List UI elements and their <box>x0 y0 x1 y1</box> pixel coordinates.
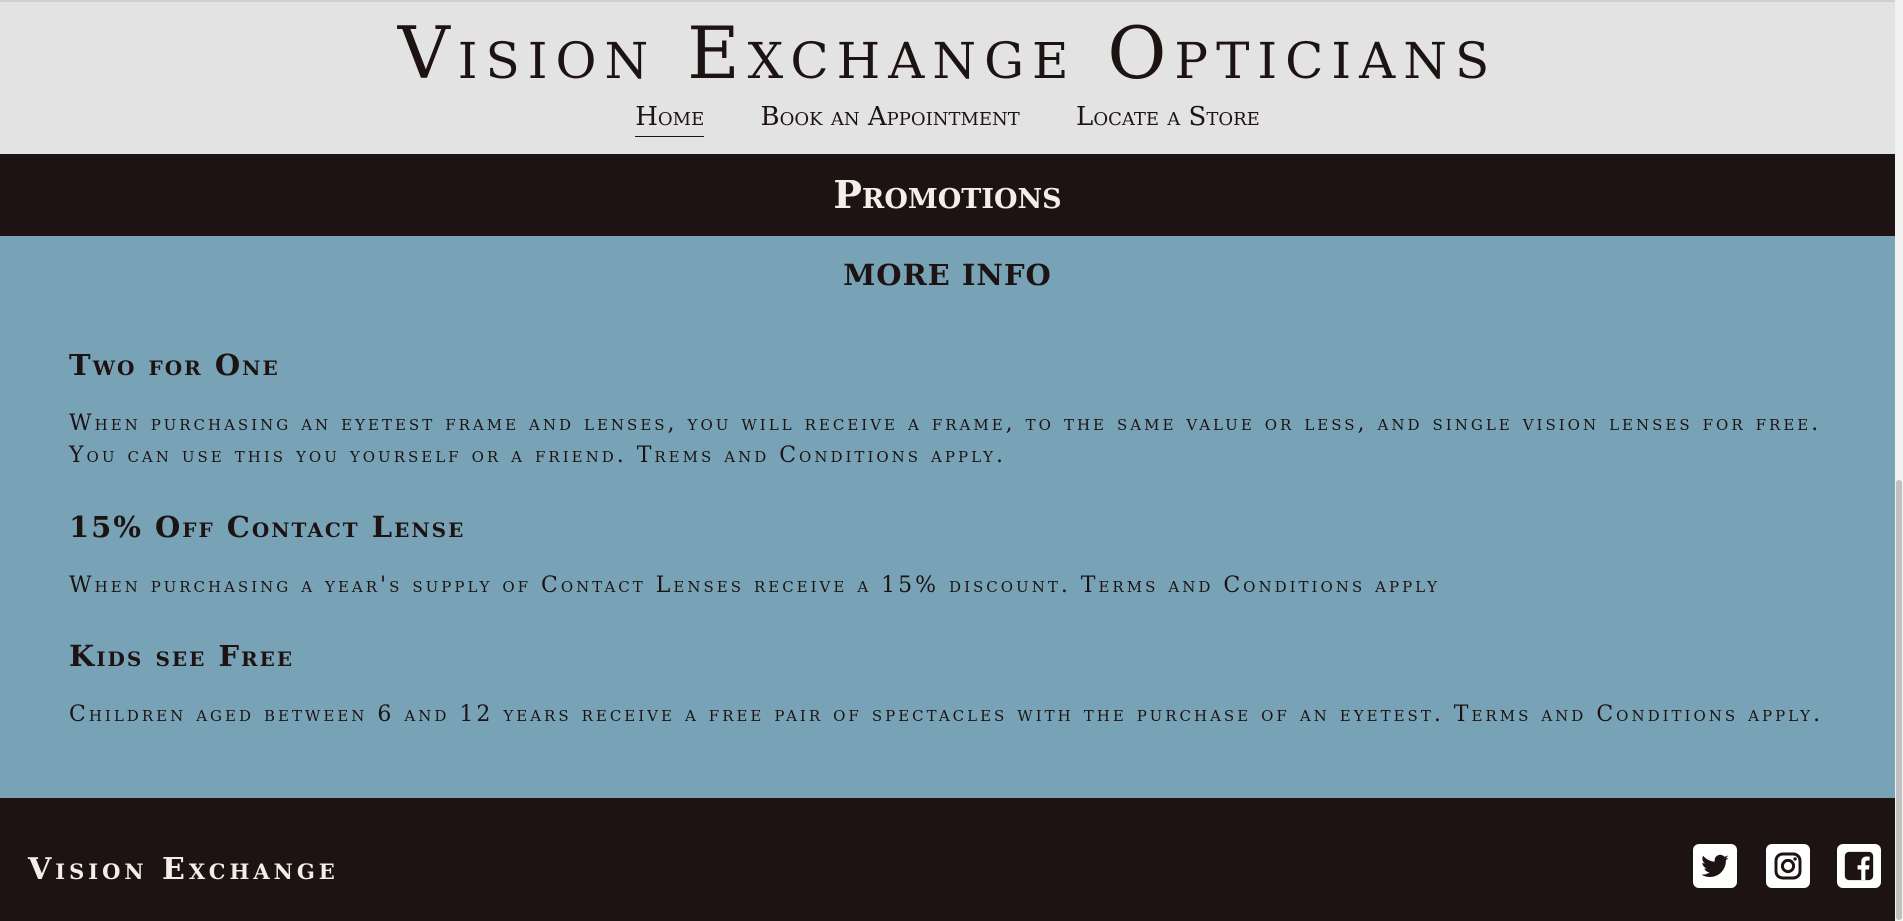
site-footer: Vision Exchange <box>0 798 1895 921</box>
footer-brand: Vision Exchange <box>28 852 339 887</box>
promo-item: 15% Off Contact Lense When purchasing a … <box>69 510 1829 602</box>
twitter-icon[interactable] <box>1693 844 1737 888</box>
promo-title: Two for One <box>69 348 280 382</box>
site-header: Vision Exchange Opticians Home Book an A… <box>0 0 1895 154</box>
facebook-icon[interactable] <box>1837 844 1881 888</box>
nav-home[interactable]: Home <box>635 102 705 137</box>
promo-text: Children aged between 6 and 12 years rec… <box>69 702 1824 727</box>
promotions-bar: Promotions <box>0 154 1895 236</box>
promo-item: Two for One When purchasing an eyetest f… <box>69 348 1829 472</box>
promotions-content: MORE INFO Two for One When purchasing an… <box>0 236 1895 798</box>
instagram-icon[interactable] <box>1766 844 1810 888</box>
site-title: Vision Exchange Opticians <box>397 11 1498 95</box>
promo-item: Kids see Free Children aged between 6 an… <box>69 639 1829 731</box>
main-nav: Home Book an Appointment Locate a Store <box>0 102 1895 137</box>
scrollbar-thumb[interactable] <box>1896 480 1902 920</box>
vertical-scrollbar[interactable] <box>1895 0 1903 921</box>
nav-locate-store[interactable]: Locate a Store <box>1076 102 1260 136</box>
more-info-heading: MORE INFO <box>843 258 1052 292</box>
promo-title: Kids see Free <box>69 639 295 673</box>
promo-text: When purchasing a year's supply of Conta… <box>69 573 1441 598</box>
promo-text: When purchasing an eyetest frame and len… <box>69 411 1822 468</box>
promo-title: 15% Off Contact Lense <box>69 510 466 544</box>
nav-book-appointment[interactable]: Book an Appointment <box>760 102 1019 136</box>
page: Vision Exchange Opticians Home Book an A… <box>0 0 1895 921</box>
promotions-title: Promotions <box>833 172 1062 217</box>
